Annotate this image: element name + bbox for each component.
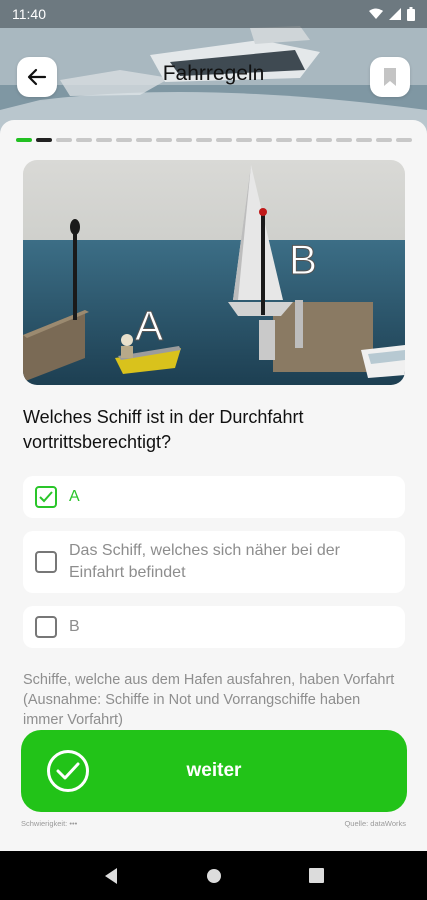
source-label: Quelle: dataWorks — [344, 819, 406, 828]
progress-segment — [156, 138, 172, 142]
progress-segment — [116, 138, 132, 142]
progress-segment — [196, 138, 212, 142]
checkbox[interactable] — [35, 551, 57, 573]
question-text: Welches Schiff ist in der Durchfahrt vor… — [23, 407, 304, 452]
bookmark-button[interactable] — [370, 57, 410, 97]
difficulty-label: Schwierigkeit: ••• — [21, 819, 78, 828]
progress-segment — [376, 138, 392, 142]
status-bar: 11:40 — [0, 0, 427, 28]
progress-segment — [396, 138, 412, 142]
progress-segment — [216, 138, 232, 142]
nav-back-icon[interactable] — [103, 867, 119, 885]
next-button-label: weiter — [186, 760, 242, 781]
battery-icon — [407, 7, 415, 21]
progress-segment — [276, 138, 292, 142]
progress-segment — [356, 138, 372, 142]
progress-segment — [296, 138, 312, 142]
check-circle-icon — [47, 750, 89, 792]
progress-segment — [16, 138, 32, 142]
bookmark-icon — [384, 68, 396, 86]
answer-label: A — [69, 488, 80, 505]
explanation-text: Schiffe, welche aus dem Hafen ausfahren,… — [23, 672, 395, 728]
quiz-screen: 11:40 Fahrregeln A B Welches Schiff ist … — [0, 0, 427, 900]
answer-label: Das Schiff, welches sich näher bei der E… — [69, 542, 340, 581]
progress-segment — [136, 138, 152, 142]
progress-segment — [56, 138, 72, 142]
scene-label-a: A — [135, 302, 163, 349]
answer-option-c[interactable]: B — [23, 606, 405, 648]
progress-segment — [336, 138, 352, 142]
progress-segment — [256, 138, 272, 142]
answer-label: B — [69, 618, 80, 635]
progress-segment — [176, 138, 192, 142]
answer-option-b[interactable]: Das Schiff, welches sich näher bei der E… — [23, 531, 405, 593]
wifi-icon — [369, 8, 383, 19]
status-time: 11:40 — [12, 6, 46, 22]
signal-icon — [389, 8, 401, 20]
progress-segment — [316, 138, 332, 142]
progress-bar — [16, 138, 412, 144]
nav-recents-icon[interactable] — [308, 868, 324, 883]
progress-segment — [36, 138, 52, 142]
progress-segment — [236, 138, 252, 142]
question-illustration: A B — [23, 160, 405, 385]
next-button[interactable]: weiter — [21, 730, 407, 812]
system-nav-bar — [0, 851, 427, 900]
answer-option-a[interactable]: A — [23, 476, 405, 518]
page-title: Fahrregeln — [162, 62, 265, 85]
checkbox-checked[interactable] — [35, 486, 57, 508]
progress-segment — [76, 138, 92, 142]
nav-home-icon[interactable] — [206, 868, 222, 884]
progress-segment — [96, 138, 112, 142]
checkbox[interactable] — [35, 616, 57, 638]
check-icon — [39, 491, 53, 503]
scene-label-b: B — [289, 236, 317, 283]
status-icons — [369, 7, 415, 21]
